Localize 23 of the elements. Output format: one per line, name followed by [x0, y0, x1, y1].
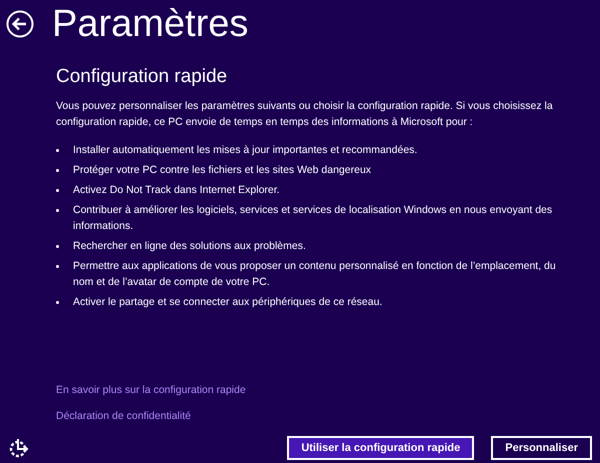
primary-button[interactable]: Utiliser la configuration rapide — [287, 436, 474, 460]
bullet-icon — [56, 169, 59, 172]
list-item: Contribuer à améliorer les logiciels, services et services de localisation Windows en nous envoyant des informations. — [73, 203, 554, 234]
list-item: Permettre aux applications de vous proposer un contenu personnalisé en fonction de l’emplacement, du nom et de l’avatar de compte de votre PC. — [73, 259, 557, 290]
list-item: Installer automatiquement les mises à jour importantes et recommandées. — [73, 143, 418, 158]
intro-paragraph: Vous pouvez personnaliser les paramètres suivants ou choisir la configuration rapide. Si vous choisissez la configuration rapide, ce PC envoie de temps en temps des informations à Microsoft pour : — [56, 99, 554, 130]
list-item: Rechercher en ligne des solutions aux problèmes. — [73, 239, 306, 254]
list-item: Activer le partage et se connecter aux périphériques de ce réseau. — [73, 295, 382, 310]
bullet-icon — [56, 149, 59, 152]
secondary-button[interactable]: Personnaliser — [491, 436, 592, 460]
link[interactable]: En savoir plus sur la configuration rapide — [56, 384, 246, 396]
list-item: Protéger votre PC contre les fichiers et les sites Web dangereux — [73, 163, 372, 178]
bullet-icon — [56, 189, 59, 192]
ease-of-access-icon[interactable] — [8, 437, 30, 459]
list-item: Activez Do Not Track dans Internet Explorer. — [73, 183, 280, 198]
section-heading: Configuration rapide — [56, 66, 228, 88]
bullet-icon — [56, 209, 59, 212]
back-icon[interactable] — [6, 10, 34, 38]
link[interactable]: Déclaration de confidentialité — [56, 410, 191, 422]
bullet-icon — [56, 245, 59, 248]
bullet-icon — [56, 301, 59, 304]
bullet-icon — [56, 265, 59, 268]
page-title: Paramètres — [52, 4, 248, 44]
